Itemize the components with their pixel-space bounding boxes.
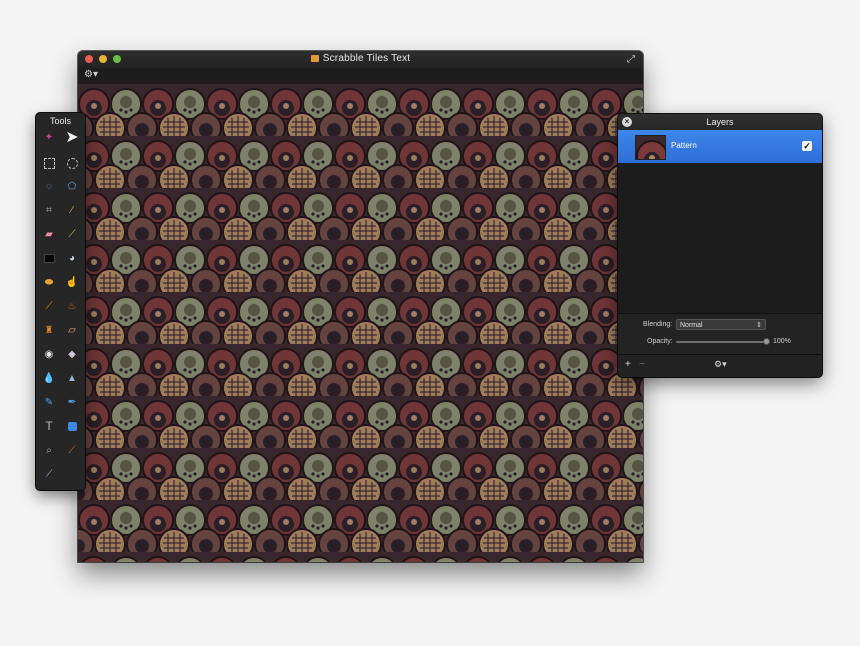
blending-label: Blending: — [643, 321, 673, 328]
color-picker-icon[interactable]: ⟋ — [63, 441, 81, 459]
layer-name: Pattern — [671, 141, 697, 150]
move-arrow-icon[interactable]: ➤ — [63, 128, 81, 146]
opacity-label: Opacity: — [647, 338, 673, 345]
ellipse-select-icon[interactable] — [63, 154, 81, 172]
fill-rect-icon[interactable] — [40, 249, 58, 267]
redeye-icon[interactable]: ◉ — [40, 345, 58, 363]
smudge-icon[interactable]: ☝ — [63, 273, 81, 291]
magic-pointer-icon[interactable]: ✦ — [40, 128, 58, 146]
blending-value: Normal — [680, 322, 703, 329]
document-toolbar: ⚙▾ — [78, 68, 643, 85]
lasso-icon[interactable]: ◌ — [40, 177, 58, 195]
layers-list-empty — [618, 163, 822, 313]
burn-icon[interactable]: ♨ — [63, 297, 81, 315]
pattern-image — [78, 84, 643, 562]
layers-gear-menu-button[interactable]: ⚙▾ — [714, 359, 727, 370]
document-window: Scrabble Tiles Text ⤢ ⚙▾ — [78, 51, 643, 562]
clone-stamp-icon[interactable]: ♜ — [40, 321, 58, 339]
eyedropper-icon[interactable]: ⁄ — [63, 201, 81, 219]
document-icon — [310, 55, 319, 62]
layer-thumbnail — [635, 135, 666, 160]
polygon-lasso-icon[interactable]: ⬠ — [63, 177, 81, 195]
brush-stroke-icon[interactable]: ⟋ — [40, 465, 58, 483]
pen-icon[interactable]: ✎ — [40, 393, 58, 411]
text-icon[interactable]: T — [40, 417, 58, 435]
bandage-icon[interactable]: ▱ — [63, 321, 81, 339]
layers-titlebar[interactable]: × Layers — [618, 114, 822, 130]
remove-layer-button[interactable]: − — [639, 359, 645, 370]
rect-select-icon[interactable] — [40, 154, 58, 172]
pencil-icon[interactable]: ⟋ — [63, 225, 81, 243]
crop-icon[interactable]: ⌗ — [40, 201, 58, 219]
tools-palette: Tools ✦ ➤ ◌ ⬠ ⌗ ⁄ ▰ ⟋ ◕ ⬬ ☝ ⟋ ♨ ♜ ▱ ◉ ◆ … — [36, 113, 85, 490]
layer-visibility-checkbox[interactable]: ✓ — [802, 141, 812, 151]
shape-icon[interactable] — [63, 417, 81, 435]
paint-bucket-icon[interactable]: ◕ — [63, 249, 81, 267]
opacity-slider-knob[interactable] — [763, 338, 770, 345]
tools-title: Tools — [49, 116, 71, 126]
layer-row[interactable]: Pattern ✓ — [618, 130, 822, 163]
freeform-pen-icon[interactable]: ✒ — [63, 393, 81, 411]
document-titlebar[interactable]: Scrabble Tiles Text ⤢ — [78, 51, 643, 68]
layers-title: Layers — [706, 117, 734, 127]
select-arrows-icon: ⇕ — [756, 322, 762, 329]
blur-drop-icon[interactable]: 💧 — [40, 369, 58, 387]
fullscreen-arrows-icon[interactable]: ⤢ — [627, 54, 638, 65]
gradient-icon[interactable]: ⬬ — [40, 273, 58, 291]
blending-select[interactable]: Normal ⇕ — [676, 319, 766, 330]
dodge-icon[interactable]: ◆ — [63, 345, 81, 363]
layer-properties: Blending: Normal ⇕ Opacity: 100% — [618, 313, 822, 354]
image-canvas[interactable] — [78, 84, 643, 562]
opacity-value: 100% — [773, 338, 791, 345]
eraser-icon[interactable]: ▰ — [40, 225, 58, 243]
document-title-text: Scrabble Tiles Text — [322, 53, 411, 64]
layer-thumbnail-image — [636, 136, 665, 159]
opacity-slider-fill — [676, 341, 766, 343]
layers-panel: × Layers Pattern ✓ Blending: Normal ⇕ Op… — [618, 114, 822, 377]
add-layer-button[interactable]: + — [625, 359, 631, 370]
zoom-icon[interactable]: ⌕ — [40, 441, 58, 459]
layers-footer: + − ⚙▾ — [618, 354, 822, 377]
opacity-slider-track[interactable] — [676, 341, 766, 343]
sharpen-icon[interactable]: ▲ — [63, 369, 81, 387]
brush-icon[interactable]: ⟋ — [40, 297, 58, 315]
document-title: Scrabble Tiles Text — [78, 53, 643, 64]
gear-menu-icon[interactable]: ⚙▾ — [84, 69, 98, 80]
